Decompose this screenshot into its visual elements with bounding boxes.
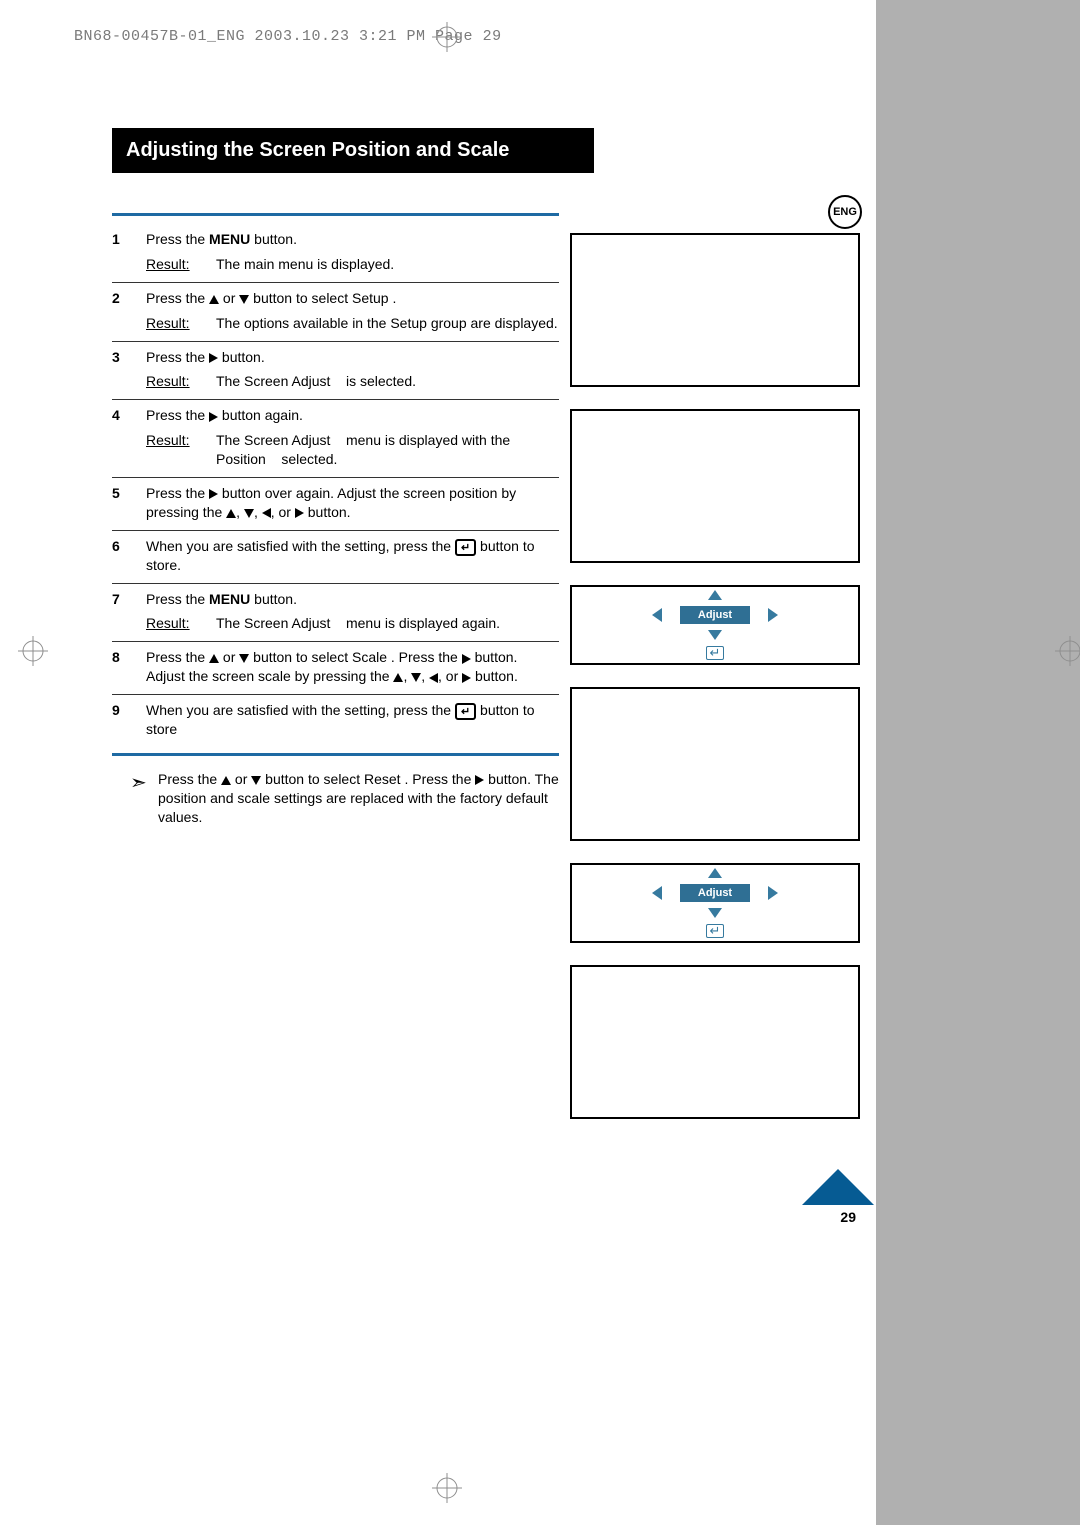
instruction-steps: 1 Press the MENU button. Result: The mai… — [112, 213, 559, 827]
page-corner-icon — [802, 1169, 874, 1205]
step-text: Press the or button to select Scale . Pr… — [146, 648, 559, 686]
title-underline — [112, 171, 594, 173]
left-icon — [652, 608, 662, 622]
step-text: Press the button. — [146, 349, 265, 365]
page-gutter — [876, 0, 1080, 1525]
up-icon — [221, 776, 231, 785]
note-text: Press the or button to select Reset . Pr… — [158, 770, 559, 827]
language-badge: ENG — [828, 195, 862, 229]
crop-mark-right — [1055, 636, 1080, 666]
step-number: 2 — [112, 289, 146, 333]
result-text: The Screen Adjust is selected. — [216, 372, 559, 391]
page-number: 29 — [840, 1209, 856, 1225]
result-label: Result: — [146, 255, 216, 274]
right-icon — [209, 412, 218, 422]
left-icon — [262, 508, 271, 518]
step-number: 5 — [112, 484, 146, 522]
result-label: Result: — [146, 614, 216, 633]
step-4: 4 Press the button again. Result: The Sc… — [112, 400, 559, 478]
step-text: When you are satisfied with the setting,… — [146, 701, 559, 739]
step-number: 9 — [112, 701, 146, 739]
crop-mark-bottom — [432, 1473, 462, 1503]
up-icon — [708, 590, 722, 600]
step-text: When you are satisfied with the setting,… — [146, 537, 559, 575]
step-number: 3 — [112, 348, 146, 392]
enter-icon: ↵ — [706, 646, 725, 660]
right-icon — [768, 886, 778, 900]
up-icon — [393, 673, 403, 682]
step-9: 9 When you are satisfied with the settin… — [112, 695, 559, 747]
up-icon — [209, 295, 219, 304]
osd-adjust-panel: Adjust ↵ — [570, 585, 860, 665]
down-icon — [239, 654, 249, 663]
osd-screenshot — [570, 409, 860, 563]
right-icon — [462, 673, 471, 683]
enter-icon — [455, 539, 476, 556]
down-icon — [708, 630, 722, 640]
left-icon — [652, 886, 662, 900]
result-text: The Screen Adjust menu is displayed agai… — [216, 614, 559, 633]
result-label: Result: — [146, 372, 216, 391]
left-icon — [429, 673, 438, 683]
down-icon — [239, 295, 249, 304]
adjust-label: Adjust — [680, 606, 750, 624]
osd-screenshots-column: Adjust ↵ Adjust ↵ — [570, 233, 860, 1141]
enter-icon: ↵ — [706, 924, 725, 938]
down-icon — [251, 776, 261, 785]
note: ➣ Press the or button to select Reset . … — [112, 756, 559, 827]
down-icon — [411, 673, 421, 682]
step-text: Press the MENU button. — [146, 231, 297, 247]
step-3: 3 Press the button. Result: The Screen A… — [112, 342, 559, 401]
result-label: Result: — [146, 431, 216, 469]
step-number: 8 — [112, 648, 146, 686]
step-text: Press the button again. — [146, 407, 303, 423]
enter-icon — [455, 703, 476, 720]
step-text: Press the button over again. Adjust the … — [146, 484, 559, 522]
page-title: Adjusting the Screen Position and Scale — [112, 128, 594, 172]
right-icon — [462, 654, 471, 664]
up-icon — [209, 654, 219, 663]
step-7: 7 Press the MENU button. Result: The Scr… — [112, 584, 559, 643]
up-icon — [226, 509, 236, 518]
down-icon — [244, 509, 254, 518]
result-text: The options available in the Setup group… — [216, 314, 559, 333]
right-icon — [475, 775, 484, 785]
crop-mark-left — [18, 636, 48, 666]
osd-screenshot — [570, 687, 860, 841]
osd-screenshot — [570, 233, 860, 387]
note-icon: ➣ — [112, 770, 158, 827]
right-icon — [209, 353, 218, 363]
step-text: Press the MENU button. — [146, 591, 297, 607]
step-text: Press the or button to select Setup . — [146, 290, 396, 306]
adjust-label: Adjust — [680, 884, 750, 902]
step-5: 5 Press the button over again. Adjust th… — [112, 478, 559, 531]
right-icon — [295, 508, 304, 518]
crop-mark-top — [432, 22, 462, 52]
step-number: 6 — [112, 537, 146, 575]
steps-rule-top — [112, 213, 559, 216]
step-number: 4 — [112, 406, 146, 469]
result-text: The Screen Adjust menu is displayed with… — [216, 431, 559, 469]
step-number: 7 — [112, 590, 146, 634]
step-8: 8 Press the or button to select Scale . … — [112, 642, 559, 695]
up-icon — [708, 868, 722, 878]
result-label: Result: — [146, 314, 216, 333]
step-2: 2 Press the or button to select Setup . … — [112, 283, 559, 342]
step-1: 1 Press the MENU button. Result: The mai… — [112, 224, 559, 283]
osd-screenshot — [570, 965, 860, 1119]
right-icon — [768, 608, 778, 622]
right-icon — [209, 489, 218, 499]
result-text: The main menu is displayed. — [216, 255, 559, 274]
step-number: 1 — [112, 230, 146, 274]
osd-adjust-panel: Adjust ↵ — [570, 863, 860, 943]
down-icon — [708, 908, 722, 918]
step-6: 6 When you are satisfied with the settin… — [112, 531, 559, 584]
